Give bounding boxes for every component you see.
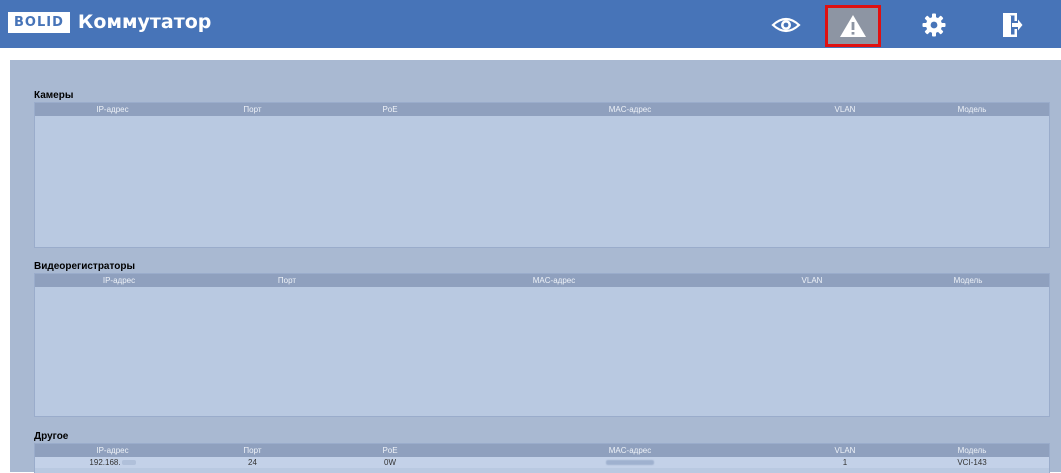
cell-mac bbox=[465, 457, 795, 468]
column-header-poe[interactable]: PoE bbox=[315, 444, 465, 457]
column-header-vlan[interactable]: VLAN bbox=[737, 274, 887, 287]
redacted-block bbox=[606, 460, 654, 466]
top-bar: BOLID Коммутатор bbox=[0, 0, 1061, 48]
settings-button[interactable] bbox=[914, 9, 954, 41]
warning-icon bbox=[840, 15, 866, 37]
cameras-table: IP-адрес Порт PoE MAC-адрес VLAN Модель bbox=[34, 102, 1050, 248]
column-header-port[interactable]: Порт bbox=[190, 444, 315, 457]
column-header-model[interactable]: Модель bbox=[895, 444, 1049, 457]
column-header-port[interactable]: Порт bbox=[203, 274, 371, 287]
alerts-button[interactable] bbox=[825, 5, 881, 47]
app-logo: BOLID Коммутатор bbox=[8, 11, 212, 33]
column-header-vlan[interactable]: VLAN bbox=[795, 103, 895, 116]
other-section-title: Другое bbox=[34, 431, 69, 442]
column-header-model[interactable]: Модель bbox=[895, 103, 1049, 116]
column-header-mac[interactable]: MAC-адрес bbox=[465, 444, 795, 457]
column-header-ip[interactable]: IP-адрес bbox=[35, 103, 190, 116]
gear-icon bbox=[922, 13, 946, 37]
column-header-model[interactable]: Модель bbox=[887, 274, 1049, 287]
column-header-mac[interactable]: MAC-адрес bbox=[465, 103, 795, 116]
cameras-table-header: IP-адрес Порт PoE MAC-адрес VLAN Модель bbox=[35, 103, 1049, 116]
column-header-ip[interactable]: IP-адрес bbox=[35, 444, 190, 457]
ip-value: 192.168. bbox=[89, 458, 121, 467]
column-header-mac[interactable]: MAC-адрес bbox=[371, 274, 737, 287]
column-header-vlan[interactable]: VLAN bbox=[795, 444, 895, 457]
monitor-button[interactable] bbox=[766, 9, 806, 41]
cell-ip: 192.168. bbox=[35, 457, 190, 468]
cell-vlan: 1 bbox=[842, 458, 848, 467]
redacted-block bbox=[121, 460, 136, 466]
cell-model: VCI-143 bbox=[957, 458, 987, 467]
table-row[interactable]: 192.168. 24 0W 1 VCI-143 bbox=[35, 457, 1049, 468]
other-table-header: IP-адрес Порт PoE MAC-адрес VLAN Модель bbox=[35, 444, 1049, 457]
logout-button[interactable] bbox=[992, 9, 1032, 41]
recorders-table-header: IP-адрес Порт MAC-адрес VLAN Модель bbox=[35, 274, 1049, 287]
app-title: Коммутатор bbox=[77, 11, 212, 33]
eye-icon bbox=[771, 17, 801, 33]
column-header-port[interactable]: Порт bbox=[190, 103, 315, 116]
bolid-logo: BOLID bbox=[8, 11, 70, 33]
exit-icon bbox=[1003, 13, 1023, 37]
cell-port: 24 bbox=[248, 458, 257, 467]
cameras-section-title: Камеры bbox=[34, 90, 74, 101]
other-table: IP-адрес Порт PoE MAC-адрес VLAN Модель … bbox=[34, 443, 1050, 473]
recorders-table: IP-адрес Порт MAC-адрес VLAN Модель bbox=[34, 273, 1050, 417]
recorders-section-title: Видеорегистраторы bbox=[34, 261, 136, 272]
column-header-ip[interactable]: IP-адрес bbox=[35, 274, 203, 287]
column-header-poe[interactable]: PoE bbox=[315, 103, 465, 116]
cell-poe: 0W bbox=[384, 458, 396, 467]
